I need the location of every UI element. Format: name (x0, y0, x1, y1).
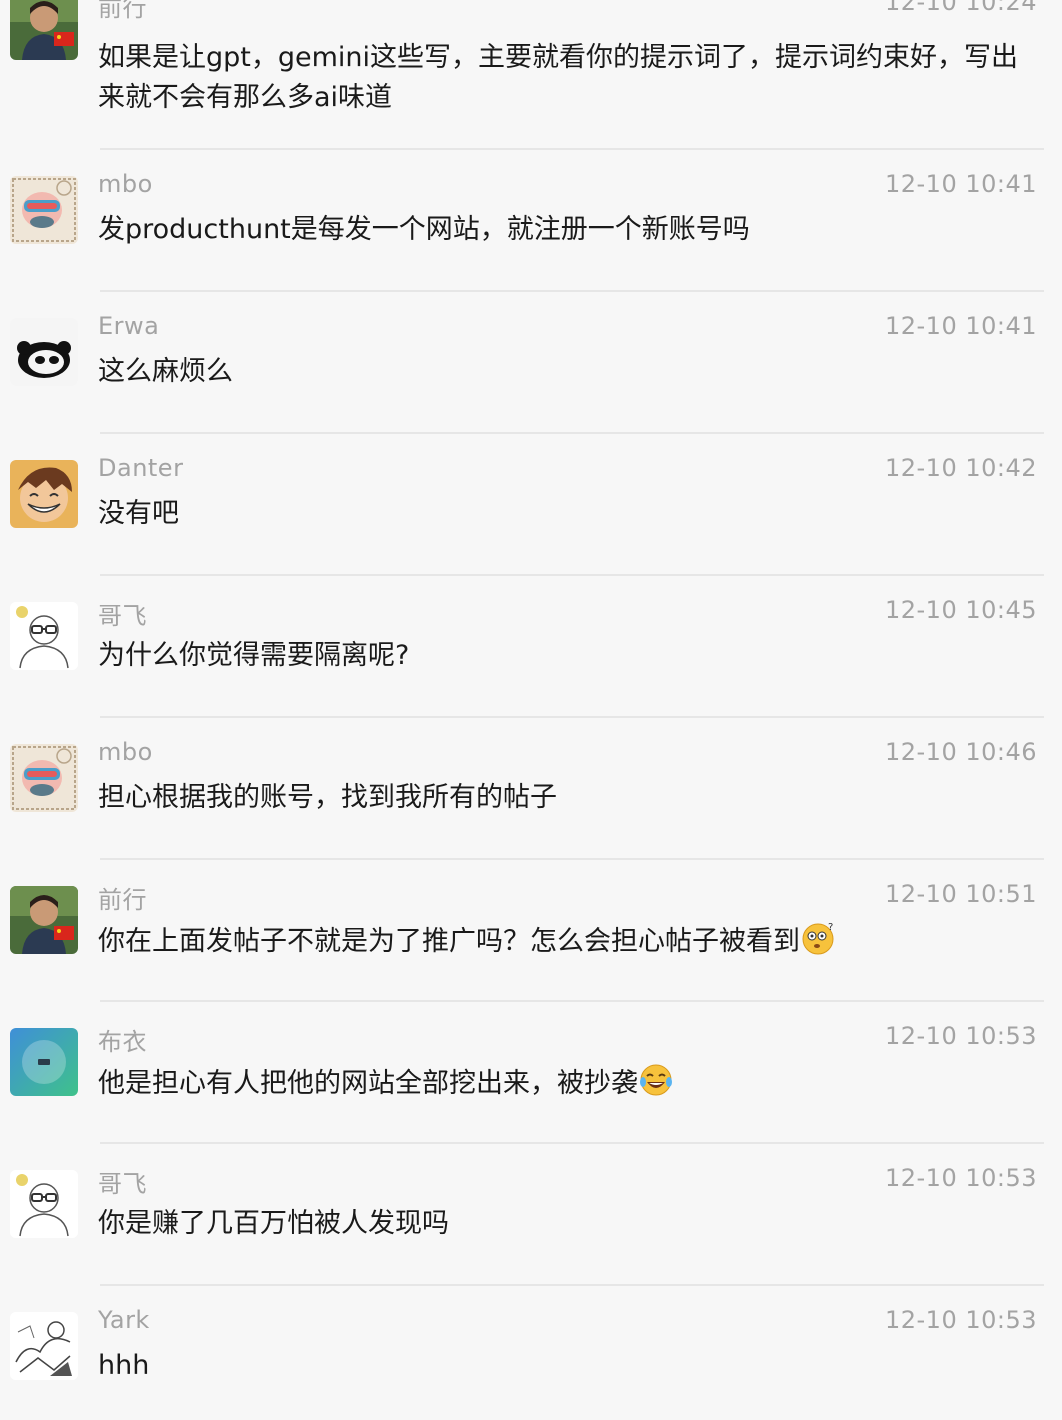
message-text: 如果是让gpt，gemini这些写，主要就看你的提示词了，提示词约束好，写出来就… (98, 42, 1019, 113)
message-time: 12-10 10:53 (884, 1022, 1037, 1050)
message-item: 前行 12-10 10:24 如果是让gpt，gemini这些写，主要就看你的提… (0, 0, 1062, 150)
message-text: 没有吧 (98, 498, 179, 529)
sender-name[interactable]: mbo (98, 738, 153, 766)
message-text: 他是担心有人把他的网站全部挖出来，被抄袭 (98, 1062, 1033, 1104)
sketch-avatar[interactable] (10, 1312, 78, 1380)
message-text: 你是赚了几百万怕被人发现吗 (98, 1208, 449, 1239)
message-item: 哥飞 12-10 10:45 为什么你觉得需要隔离呢? (0, 596, 1062, 744)
divider (100, 148, 1044, 150)
divider (100, 290, 1044, 292)
message-item: mbo 12-10 10:46 担心根据我的账号，找到我所有的帖子 (0, 738, 1062, 886)
glasses-man-avatar[interactable] (10, 602, 78, 670)
panda-avatar[interactable] (10, 318, 78, 386)
message-item: Yark 12-10 10:53 hhh (0, 1306, 1062, 1420)
message-item: Erwa 12-10 10:41 这么麻烦么 (0, 312, 1062, 460)
message-text: 为什么你觉得需要隔离呢? (98, 640, 410, 671)
sender-name[interactable]: 哥飞 (98, 596, 147, 631)
sender-name[interactable]: Danter (98, 454, 183, 482)
sender-name[interactable]: 前行 (98, 880, 147, 915)
divider (100, 1142, 1044, 1144)
sender-name[interactable]: 前行 (98, 0, 147, 23)
sender-name[interactable]: 哥飞 (98, 1164, 147, 1199)
divider (100, 1284, 1044, 1286)
man-photo-avatar[interactable] (10, 0, 78, 60)
divider (100, 1000, 1044, 1002)
glasses-man-avatar[interactable] (10, 1170, 78, 1238)
anime-boy-avatar[interactable] (10, 460, 78, 528)
divider (100, 858, 1044, 860)
message-text: 这么麻烦么 (98, 356, 233, 387)
message-text-body: 你在上面发帖子不就是为了推广吗？怎么会担心帖子被看到 (98, 926, 800, 957)
pig-goggles-avatar[interactable] (10, 176, 78, 244)
sender-name[interactable]: mbo (98, 170, 153, 198)
message-time: 12-10 10:41 (884, 312, 1037, 340)
message-item: 布衣 12-10 10:53 他是担心有人把他的网站全部挖出来，被抄袭 (0, 1022, 1062, 1170)
sender-name[interactable]: Erwa (98, 312, 159, 340)
message-time: 12-10 10:53 (884, 1306, 1037, 1334)
message-text: hhh (98, 1350, 150, 1381)
message-time: 12-10 10:53 (884, 1164, 1037, 1192)
chat-message-list: 前行 12-10 10:24 如果是让gpt，gemini这些写，主要就看你的提… (0, 0, 1062, 1420)
message-item: mbo 12-10 10:41 发producthunt是每发一个网站，就注册一… (0, 170, 1062, 318)
message-text: 你在上面发帖子不就是为了推广吗？怎么会担心帖子被看到 ? (98, 920, 1033, 962)
svg-text:?: ? (828, 922, 833, 933)
gradient-avatar[interactable] (10, 1028, 78, 1096)
message-time: 12-10 10:42 (884, 454, 1037, 482)
message-text: 发producthunt是每发一个网站，就注册一个新账号吗 (98, 214, 750, 245)
sender-name[interactable]: Yark (98, 1306, 150, 1334)
message-time: 12-10 10:51 (884, 880, 1037, 908)
message-text-body: 他是担心有人把他的网站全部挖出来，被抄袭 (98, 1068, 638, 1099)
man-photo-avatar[interactable] (10, 886, 78, 954)
divider (100, 716, 1044, 718)
confused-face-emoji: ? (802, 922, 834, 955)
message-text: 担心根据我的账号，找到我所有的帖子 (98, 782, 557, 813)
message-item: Danter 12-10 10:42 没有吧 (0, 454, 1062, 602)
divider (100, 432, 1044, 434)
message-time: 12-10 10:41 (884, 170, 1037, 198)
message-time: 12-10 10:45 (884, 596, 1037, 624)
divider (100, 574, 1044, 576)
tears-of-joy-emoji (640, 1064, 672, 1096)
message-time: 12-10 10:24 (884, 0, 1037, 16)
message-item: 前行 12-10 10:51 你在上面发帖子不就是为了推广吗？怎么会担心帖子被看… (0, 880, 1062, 1028)
message-time: 12-10 10:46 (884, 738, 1037, 766)
message-item: 哥飞 12-10 10:53 你是赚了几百万怕被人发现吗 (0, 1164, 1062, 1312)
sender-name[interactable]: 布衣 (98, 1022, 147, 1057)
pig-goggles-avatar[interactable] (10, 744, 78, 812)
